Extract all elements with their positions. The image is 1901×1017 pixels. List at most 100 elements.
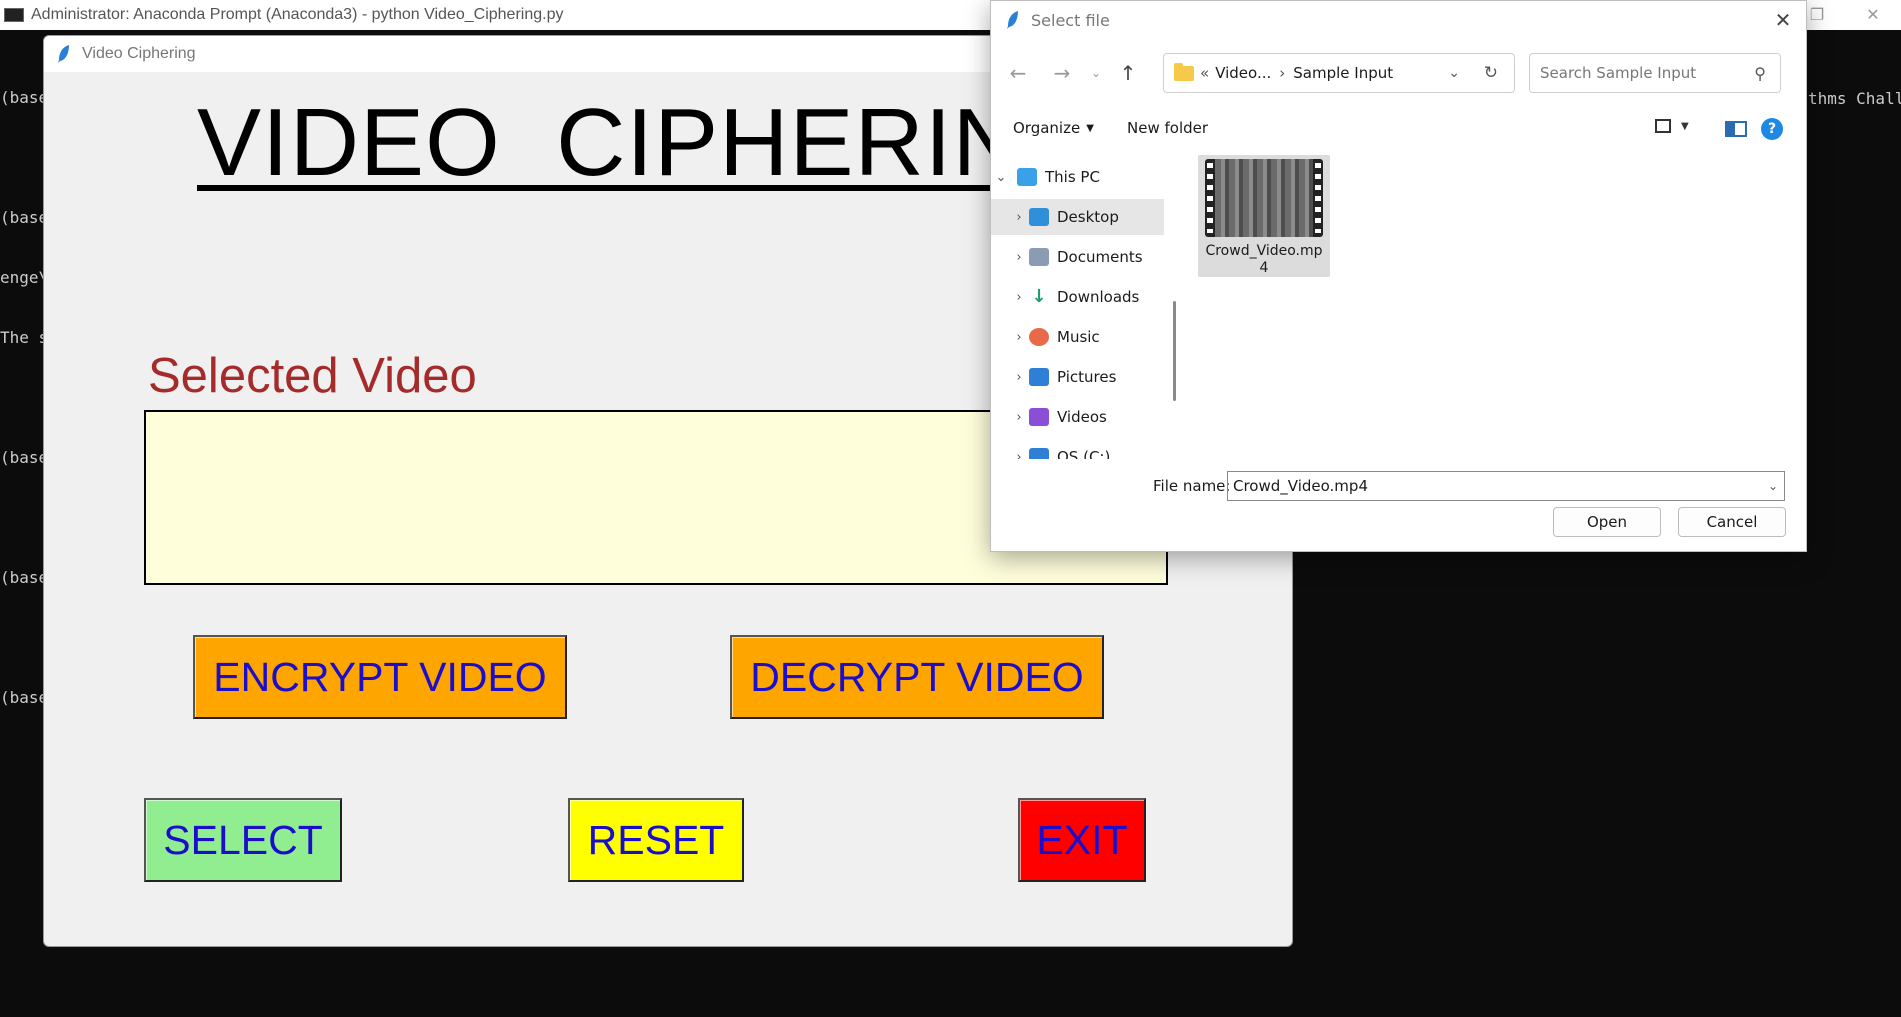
back-arrow-icon[interactable]: ← <box>1003 59 1033 87</box>
video-thumbnail-icon <box>1205 159 1323 237</box>
tree-scrollbar[interactable] <box>1173 301 1176 401</box>
organize-label: Organize <box>1013 119 1081 137</box>
folder-icon <box>1174 62 1194 81</box>
chevron-right-icon[interactable]: › <box>1009 210 1029 225</box>
console-output: (base (base enge\ The s (base (base (bas… <box>0 48 48 728</box>
tree-item-documents[interactable]: › Documents <box>991 239 1164 275</box>
help-icon[interactable]: ? <box>1761 118 1783 140</box>
console-line: (base <box>0 88 49 107</box>
forward-arrow-icon[interactable]: → <box>1047 59 1077 87</box>
dropdown-arrow-icon: ▼ <box>1086 122 1094 134</box>
console-title: Administrator: Anaconda Prompt (Anaconda… <box>31 6 564 23</box>
close-icon[interactable]: ✕ <box>1760 1 1806 39</box>
tree-item-desktop[interactable]: › Desktop <box>991 199 1164 235</box>
console-line: (base <box>0 208 49 227</box>
music-icon <box>1029 328 1049 346</box>
refresh-icon[interactable]: ↻ <box>1484 63 1498 83</box>
file-name-row: File name: Crowd_Video.mp4 ⌄ <box>991 469 1806 503</box>
downloads-icon: ↓ <box>1031 286 1047 307</box>
overflow-chevron-icon[interactable]: « <box>1200 64 1209 82</box>
console-line: enge\ <box>0 268 49 287</box>
preview-pane-icon[interactable] <box>1725 121 1747 137</box>
dialog-titlebar[interactable]: Select file <box>991 1 1806 39</box>
app-title: Video Ciphering <box>82 45 196 62</box>
exit-button[interactable]: EXIT <box>1018 798 1146 882</box>
address-bar[interactable]: « Video... › Sample Input ⌄ ↻ <box>1163 53 1515 93</box>
open-button[interactable]: Open <box>1553 507 1661 537</box>
tree-item-os-c[interactable]: › OS (C:) <box>991 439 1164 459</box>
file-name-value: Crowd_Video.mp4 <box>1233 477 1368 495</box>
chevron-down-icon[interactable]: ⌄ <box>1768 479 1778 493</box>
tree-item-label: This PC <box>1045 168 1100 186</box>
tree-item-label: Pictures <box>1057 368 1117 386</box>
console-line: The s <box>0 328 49 347</box>
search-placeholder: Search Sample Input <box>1540 64 1697 82</box>
chevron-right-icon[interactable]: › <box>1009 330 1029 345</box>
feather-icon <box>58 45 69 63</box>
drive-icon <box>1029 448 1049 459</box>
encrypt-video-button[interactable]: ENCRYPT VIDEO <box>193 635 567 719</box>
documents-icon <box>1029 248 1049 266</box>
cancel-button[interactable]: Cancel <box>1678 507 1786 537</box>
select-button[interactable]: SELECT <box>144 798 342 882</box>
tree-item-videos[interactable]: › Videos <box>991 399 1164 435</box>
feather-icon <box>1007 11 1018 29</box>
console-line: (base <box>0 568 49 587</box>
view-icon <box>1655 119 1671 133</box>
breadcrumb-current[interactable]: Sample Input <box>1293 64 1393 82</box>
tree-item-downloads[interactable]: › ↓ Downloads <box>991 279 1164 315</box>
change-view-button[interactable]: ▼ <box>1655 119 1689 133</box>
command-bar: Organize ▼ New folder ▼ ? <box>991 113 1806 147</box>
tree-item-label: Downloads <box>1057 288 1140 306</box>
console-icon <box>4 8 24 22</box>
navigation-bar: ← → ⌄ ↑ « Video... › Sample Input ⌄ ↻ Se… <box>991 51 1806 95</box>
breadcrumb-separator-icon: › <box>1279 64 1286 82</box>
close-icon[interactable]: ✕ <box>1845 0 1901 30</box>
chevron-right-icon[interactable]: › <box>1009 290 1029 305</box>
pictures-icon <box>1029 368 1049 386</box>
dialog-title: Select file <box>1031 10 1110 30</box>
recent-locations-chevron-icon[interactable]: ⌄ <box>1081 59 1111 87</box>
console-right-text: thms Chall <box>1808 89 1901 108</box>
breadcrumb-parent[interactable]: Video... <box>1215 64 1271 82</box>
reset-button[interactable]: RESET <box>568 798 744 882</box>
tree-item-label: Music <box>1057 328 1100 346</box>
chevron-right-icon[interactable]: › <box>1009 250 1029 265</box>
pc-icon <box>1017 168 1037 186</box>
chevron-right-icon[interactable]: › <box>1009 410 1029 425</box>
chevron-right-icon[interactable]: › <box>1009 450 1029 460</box>
decrypt-video-button[interactable]: DECRYPT VIDEO <box>730 635 1104 719</box>
console-line: (base <box>0 688 49 707</box>
tree-item-label: Desktop <box>1057 208 1119 226</box>
up-arrow-icon[interactable]: ↑ <box>1113 59 1143 87</box>
tree-item-pictures[interactable]: › Pictures <box>991 359 1164 395</box>
search-input[interactable]: Search Sample Input ⚲ <box>1529 53 1781 93</box>
selected-video-label: Selected Video <box>148 349 477 403</box>
chevron-down-icon[interactable]: ⌄ <box>991 170 1011 185</box>
organize-menu[interactable]: Organize ▼ <box>1013 119 1094 137</box>
dropdown-arrow-icon: ▼ <box>1681 120 1689 132</box>
tree-item-label: Videos <box>1057 408 1107 426</box>
tree-item-label: OS (C:) <box>1057 448 1111 459</box>
tree-item-this-pc[interactable]: ⌄ This PC <box>991 159 1164 195</box>
select-file-dialog: Select file ✕ ← → ⌄ ↑ « Video... › Sampl… <box>990 0 1807 552</box>
tree-item-label: Documents <box>1057 248 1143 266</box>
file-name-input[interactable]: Crowd_Video.mp4 ⌄ <box>1227 471 1785 501</box>
tree-item-music[interactable]: › Music <box>991 319 1164 355</box>
file-item[interactable]: Crowd_Video.mp4 <box>1198 155 1330 277</box>
chevron-down-icon[interactable]: ⌄ <box>1448 65 1460 81</box>
chevron-right-icon[interactable]: › <box>1009 370 1029 385</box>
new-folder-button[interactable]: New folder <box>1127 119 1208 137</box>
videos-icon <box>1029 408 1049 426</box>
file-list: Crowd_Video.mp4 <box>1184 149 1804 459</box>
desktop-icon <box>1029 208 1049 226</box>
file-name-label: File name: <box>1153 477 1231 495</box>
file-name: Crowd_Video.mp4 <box>1205 243 1323 276</box>
search-icon[interactable]: ⚲ <box>1754 64 1766 83</box>
console-line: (base <box>0 448 49 467</box>
navigation-tree: ⌄ This PC › Desktop › Documents › ↓ Down… <box>991 149 1164 459</box>
